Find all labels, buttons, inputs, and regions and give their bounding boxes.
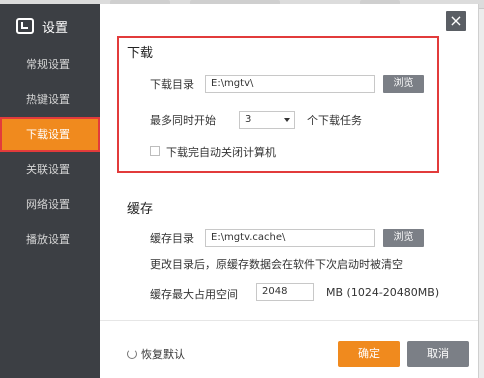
download-section-title: 下载 <box>127 46 154 61</box>
sidebar-item-association[interactable]: 关联设置 <box>0 152 100 187</box>
mgtv-logo-icon <box>16 18 34 34</box>
max-concurrent-label: 最多同时开始 <box>150 114 216 127</box>
sidebar-item-hotkeys[interactable]: 热键设置 <box>0 82 100 117</box>
restore-defaults-link[interactable]: 恢复默认 <box>127 346 185 362</box>
close-button[interactable]: × <box>446 11 466 31</box>
cache-dir-label: 缓存目录 <box>150 232 194 245</box>
max-concurrent-select[interactable]: 3 <box>239 111 295 129</box>
settings-dialog: 设置 常规设置 热键设置 下载设置 关联设置 网络设置 播放设置 下载 下载目录… <box>0 4 479 378</box>
restore-defaults-label: 恢复默认 <box>141 348 185 361</box>
cache-change-note: 更改目录后，原缓存数据会在软件下次启动时被清空 <box>150 258 403 271</box>
restore-icon <box>127 349 137 359</box>
download-dir-label: 下载目录 <box>150 78 194 91</box>
max-concurrent-suffix: 个下载任务 <box>307 114 362 127</box>
max-concurrent-value: 3 <box>245 114 252 125</box>
auto-shutdown-checkbox[interactable] <box>150 146 160 156</box>
footer-divider <box>100 320 478 321</box>
settings-nav: 常规设置 热键设置 下载设置 关联设置 网络设置 播放设置 <box>0 47 100 257</box>
sidebar-item-playback[interactable]: 播放设置 <box>0 222 100 257</box>
chevron-down-icon <box>284 118 290 122</box>
dialog-title: 设置 <box>16 16 68 36</box>
dialog-title-text: 设置 <box>42 20 69 36</box>
sidebar-item-download[interactable]: 下载设置 <box>0 117 100 152</box>
cache-browse-button[interactable]: 浏览 <box>383 229 424 247</box>
download-browse-button[interactable]: 浏览 <box>383 75 424 93</box>
cache-section-title: 缓存 <box>127 202 154 217</box>
cache-max-unit: MB (1024-20480MB) <box>326 286 440 299</box>
cache-dir-input[interactable]: E:\mgtv.cache\ <box>205 229 375 247</box>
cache-max-input[interactable]: 2048 <box>256 283 314 301</box>
sidebar-item-network[interactable]: 网络设置 <box>0 187 100 222</box>
ok-button[interactable]: 确定 <box>338 341 400 367</box>
cache-max-label: 缓存最大占用空间 <box>150 288 238 301</box>
sidebar-item-general[interactable]: 常规设置 <box>0 47 100 82</box>
settings-content: 下载 下载目录 E:\mgtv\ 浏览 最多同时开始 3 个下载任务 下载完自动… <box>100 4 478 378</box>
settings-sidebar: 设置 常规设置 热键设置 下载设置 关联设置 网络设置 播放设置 <box>0 4 100 378</box>
download-dir-input[interactable]: E:\mgtv\ <box>205 75 375 93</box>
auto-shutdown-label: 下载完自动关闭计算机 <box>166 146 276 159</box>
cancel-button[interactable]: 取消 <box>407 341 469 367</box>
